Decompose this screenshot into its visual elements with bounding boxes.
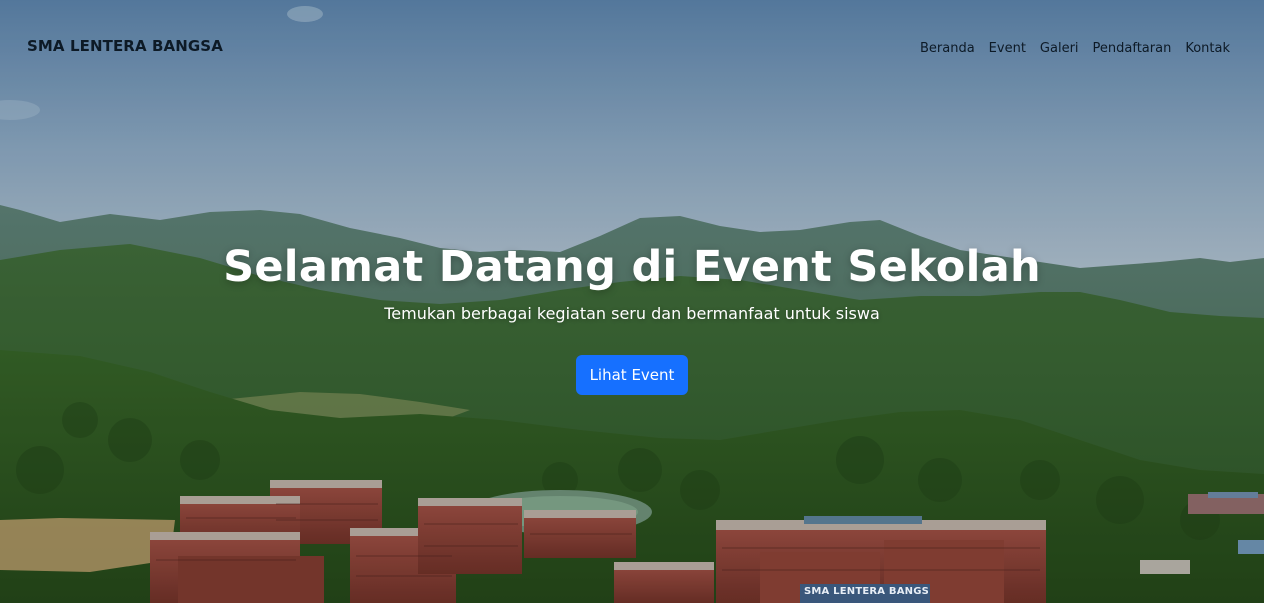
nav-link-pendaftaran[interactable]: Pendaftaran — [1093, 41, 1172, 56]
hero-title: Selamat Datang di Event Sekolah — [223, 242, 1041, 292]
nav-menu: Beranda Event Galeri Pendaftaran Kontak — [920, 37, 1230, 56]
hero-content: Selamat Datang di Event Sekolah Temukan … — [0, 236, 1264, 395]
nav-link-galeri[interactable]: Galeri — [1040, 41, 1079, 56]
nav-item: Event — [989, 37, 1026, 56]
nav-item: Kontak — [1185, 37, 1230, 56]
hero-subtitle: Temukan berbagai kegiatan seru dan berma… — [384, 304, 880, 323]
nav-item: Beranda — [920, 37, 975, 56]
top-navbar: SMA LENTERA BANGSA Beranda Event Galeri … — [0, 0, 1264, 92]
view-events-button[interactable]: Lihat Event — [575, 355, 689, 395]
nav-link-beranda[interactable]: Beranda — [920, 41, 975, 56]
nav-item: Pendaftaran — [1093, 37, 1172, 56]
nav-link-kontak[interactable]: Kontak — [1185, 41, 1230, 56]
nav-link-event[interactable]: Event — [989, 41, 1026, 56]
nav-item: Galeri — [1040, 37, 1079, 56]
building-sign-text: SMA LENTERA BANGSA — [804, 586, 928, 597]
brand-logo-text[interactable]: SMA LENTERA BANGSA — [27, 37, 223, 55]
hero-section: SMA LENTERA BANGSA SMA LENTERA BANGSA Be… — [0, 0, 1264, 603]
